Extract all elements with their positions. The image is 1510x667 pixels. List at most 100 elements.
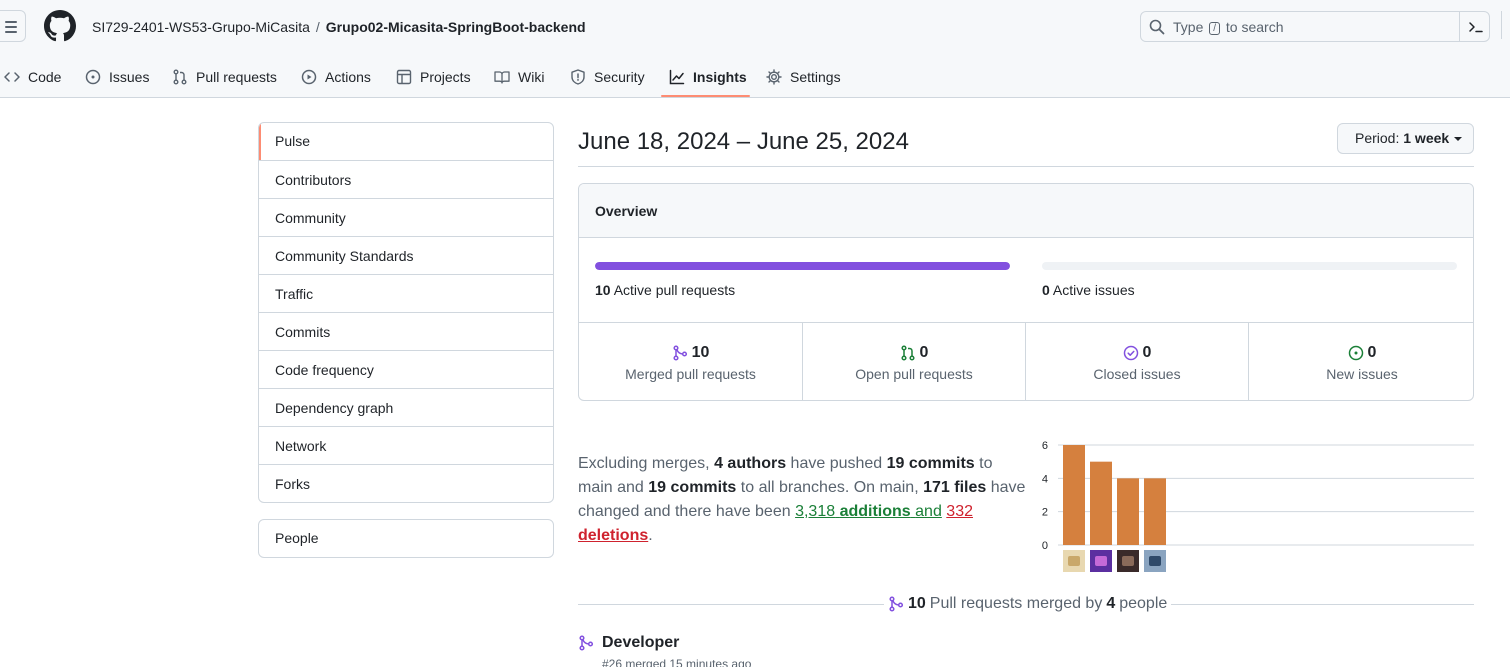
active-prs-label: Active pull requests [613, 282, 736, 298]
repo-name-link[interactable]: Grupo02-Micasita-SpringBoot-backend [326, 19, 586, 35]
active-issues-link[interactable]: 0 Active issues [1042, 282, 1135, 298]
summary-commits-all: 19 commits [648, 479, 737, 496]
summary-text-2: have pushed [790, 455, 883, 472]
issue-icon [85, 69, 101, 84]
menu-item-pulse[interactable]: Pulse [259, 123, 553, 160]
tab-actions[interactable]: Actions [301, 56, 371, 97]
additions-number: 3,318 [795, 503, 836, 520]
gear-icon [766, 68, 782, 85]
menu-item-dependency-graph[interactable]: Dependency graph [259, 388, 553, 426]
deletions-number: 332 [946, 503, 973, 520]
tab-security[interactable]: Security [570, 56, 645, 97]
merged-pr-item: Developer [578, 634, 679, 652]
git-pull-request-icon [900, 345, 915, 361]
git-merge-icon [889, 596, 904, 612]
stat-open-prs-value: 0 [919, 344, 929, 361]
merged-pr-meta: #26 merged 15 minutes ago [602, 657, 752, 667]
search-input[interactable]: Type / to search [1140, 11, 1490, 42]
search-placeholder-before: Type [1173, 19, 1204, 35]
menu-item-traffic[interactable]: Traffic [259, 274, 553, 312]
git-merge-icon [579, 635, 594, 651]
stat-new-issues-label: New issues [1326, 366, 1398, 382]
menu-item-forks[interactable]: Forks [259, 464, 553, 502]
deletions-word: deletions [578, 527, 649, 544]
title-divider [578, 166, 1474, 167]
contributor-commits-chart: 0 2 4 6 [1042, 440, 1474, 572]
tab-code[interactable]: Code [4, 56, 61, 97]
chart-y-tick-label: 2 [1042, 507, 1048, 519]
tab-settings[interactable]: Settings [766, 56, 841, 97]
header-divider [1501, 11, 1502, 39]
summary-text-6: and [915, 503, 942, 520]
caret-down-icon [1454, 137, 1463, 141]
contributor-avatar-detail [1095, 556, 1107, 566]
issue-opened-icon [1348, 345, 1363, 361]
menu-item-community[interactable]: Community [259, 198, 553, 236]
tab-settings-label: Settings [790, 68, 841, 85]
search-icon [1149, 19, 1165, 35]
active-prs-link[interactable]: 10 Active pull requests [595, 282, 735, 298]
merged-people-count: 4 [1106, 595, 1116, 612]
breadcrumb: SI729-2401-WS53-Grupo-MiCasita / Grupo02-M… [92, 18, 586, 36]
command-palette-button[interactable] [1459, 11, 1489, 42]
tab-issues[interactable]: Issues [85, 56, 149, 97]
merged-people-word: people [1119, 595, 1168, 612]
stat-new-issues[interactable]: 0 New issues [1248, 323, 1473, 400]
tab-insights[interactable]: Insights [669, 56, 747, 97]
period-value: 1 week [1403, 130, 1450, 146]
summary-commits-main: 19 commits [886, 455, 975, 472]
tab-pull-requests[interactable]: Pull requests [172, 56, 277, 97]
menu-item-code-frequency[interactable]: Code frequency [259, 350, 553, 388]
chart-bar [1144, 478, 1166, 545]
menu-item-commits[interactable]: Commits [259, 312, 553, 350]
tab-actions-label: Actions [325, 68, 371, 85]
stat-closed-issues-label: Closed issues [1093, 366, 1181, 382]
summary-text-1: Excluding merges, [578, 455, 710, 472]
additions-word: additions [839, 503, 911, 520]
active-prs-fill [595, 262, 1010, 270]
stat-open-prs[interactable]: 0 Open pull requests [802, 323, 1025, 400]
stat-merged-prs[interactable]: 10 Merged pull requests [579, 323, 802, 400]
active-issues-progress [1042, 262, 1457, 270]
tab-security-label: Security [594, 68, 645, 85]
menu-item-network[interactable]: Network [259, 426, 553, 464]
commit-summary: Excluding merges, 4 authors have pushed … [578, 452, 1028, 548]
page-title: June 18, 2024 – June 25, 2024 [578, 128, 909, 155]
repo-owner-link[interactable]: SI729-2401-WS53-Grupo-MiCasita [92, 19, 310, 35]
merged-pr-title[interactable]: Developer [602, 634, 679, 652]
menu-button[interactable] [0, 10, 26, 42]
period-select-button[interactable]: Period: 1 week [1337, 123, 1474, 154]
people-menu: People [258, 519, 554, 558]
git-merge-icon [673, 345, 687, 361]
overview-heading: Overview [579, 184, 1473, 238]
chart-bar [1117, 478, 1139, 545]
tab-wiki[interactable]: Wiki [494, 56, 544, 97]
repo-header: SI729-2401-WS53-Grupo-MiCasita / Grupo02-M… [0, 0, 1510, 98]
menu-item-people[interactable]: People [259, 520, 553, 557]
table-icon [396, 69, 412, 84]
additions-link[interactable]: 3,318 additions and [795, 503, 942, 520]
summary-text-4: to all branches. On main, [740, 479, 919, 496]
chart-bar [1090, 461, 1112, 545]
chart-y-tick-label: 4 [1042, 473, 1048, 485]
merged-text: Pull requests merged by [929, 595, 1103, 612]
tab-wiki-label: Wiki [518, 68, 545, 85]
active-prs-progress [595, 262, 1010, 270]
active-tab-indicator [661, 95, 750, 97]
stat-open-prs-label: Open pull requests [855, 366, 973, 382]
code-icon [4, 71, 20, 82]
github-logo-icon[interactable] [44, 10, 76, 42]
terminal-icon [1469, 22, 1483, 33]
activity-bars: 10 Active pull requests 0 Active issues [579, 238, 1473, 323]
chart-y-tick-label: 6 [1042, 440, 1048, 452]
pull-request-icon [173, 69, 187, 84]
tab-projects-label: Projects [420, 68, 471, 85]
merged-summary: 10 Pull requests merged by 4 people [884, 594, 1172, 614]
stat-new-issues-value: 0 [1367, 344, 1377, 361]
stat-closed-issues[interactable]: 0 Closed issues [1025, 323, 1248, 400]
tab-projects[interactable]: Projects [396, 56, 471, 97]
menu-item-contributors[interactable]: Contributors [259, 160, 553, 198]
menu-item-community-standards[interactable]: Community Standards [259, 236, 553, 274]
graph-icon [669, 69, 685, 84]
active-prs-count: 10 [595, 282, 611, 298]
